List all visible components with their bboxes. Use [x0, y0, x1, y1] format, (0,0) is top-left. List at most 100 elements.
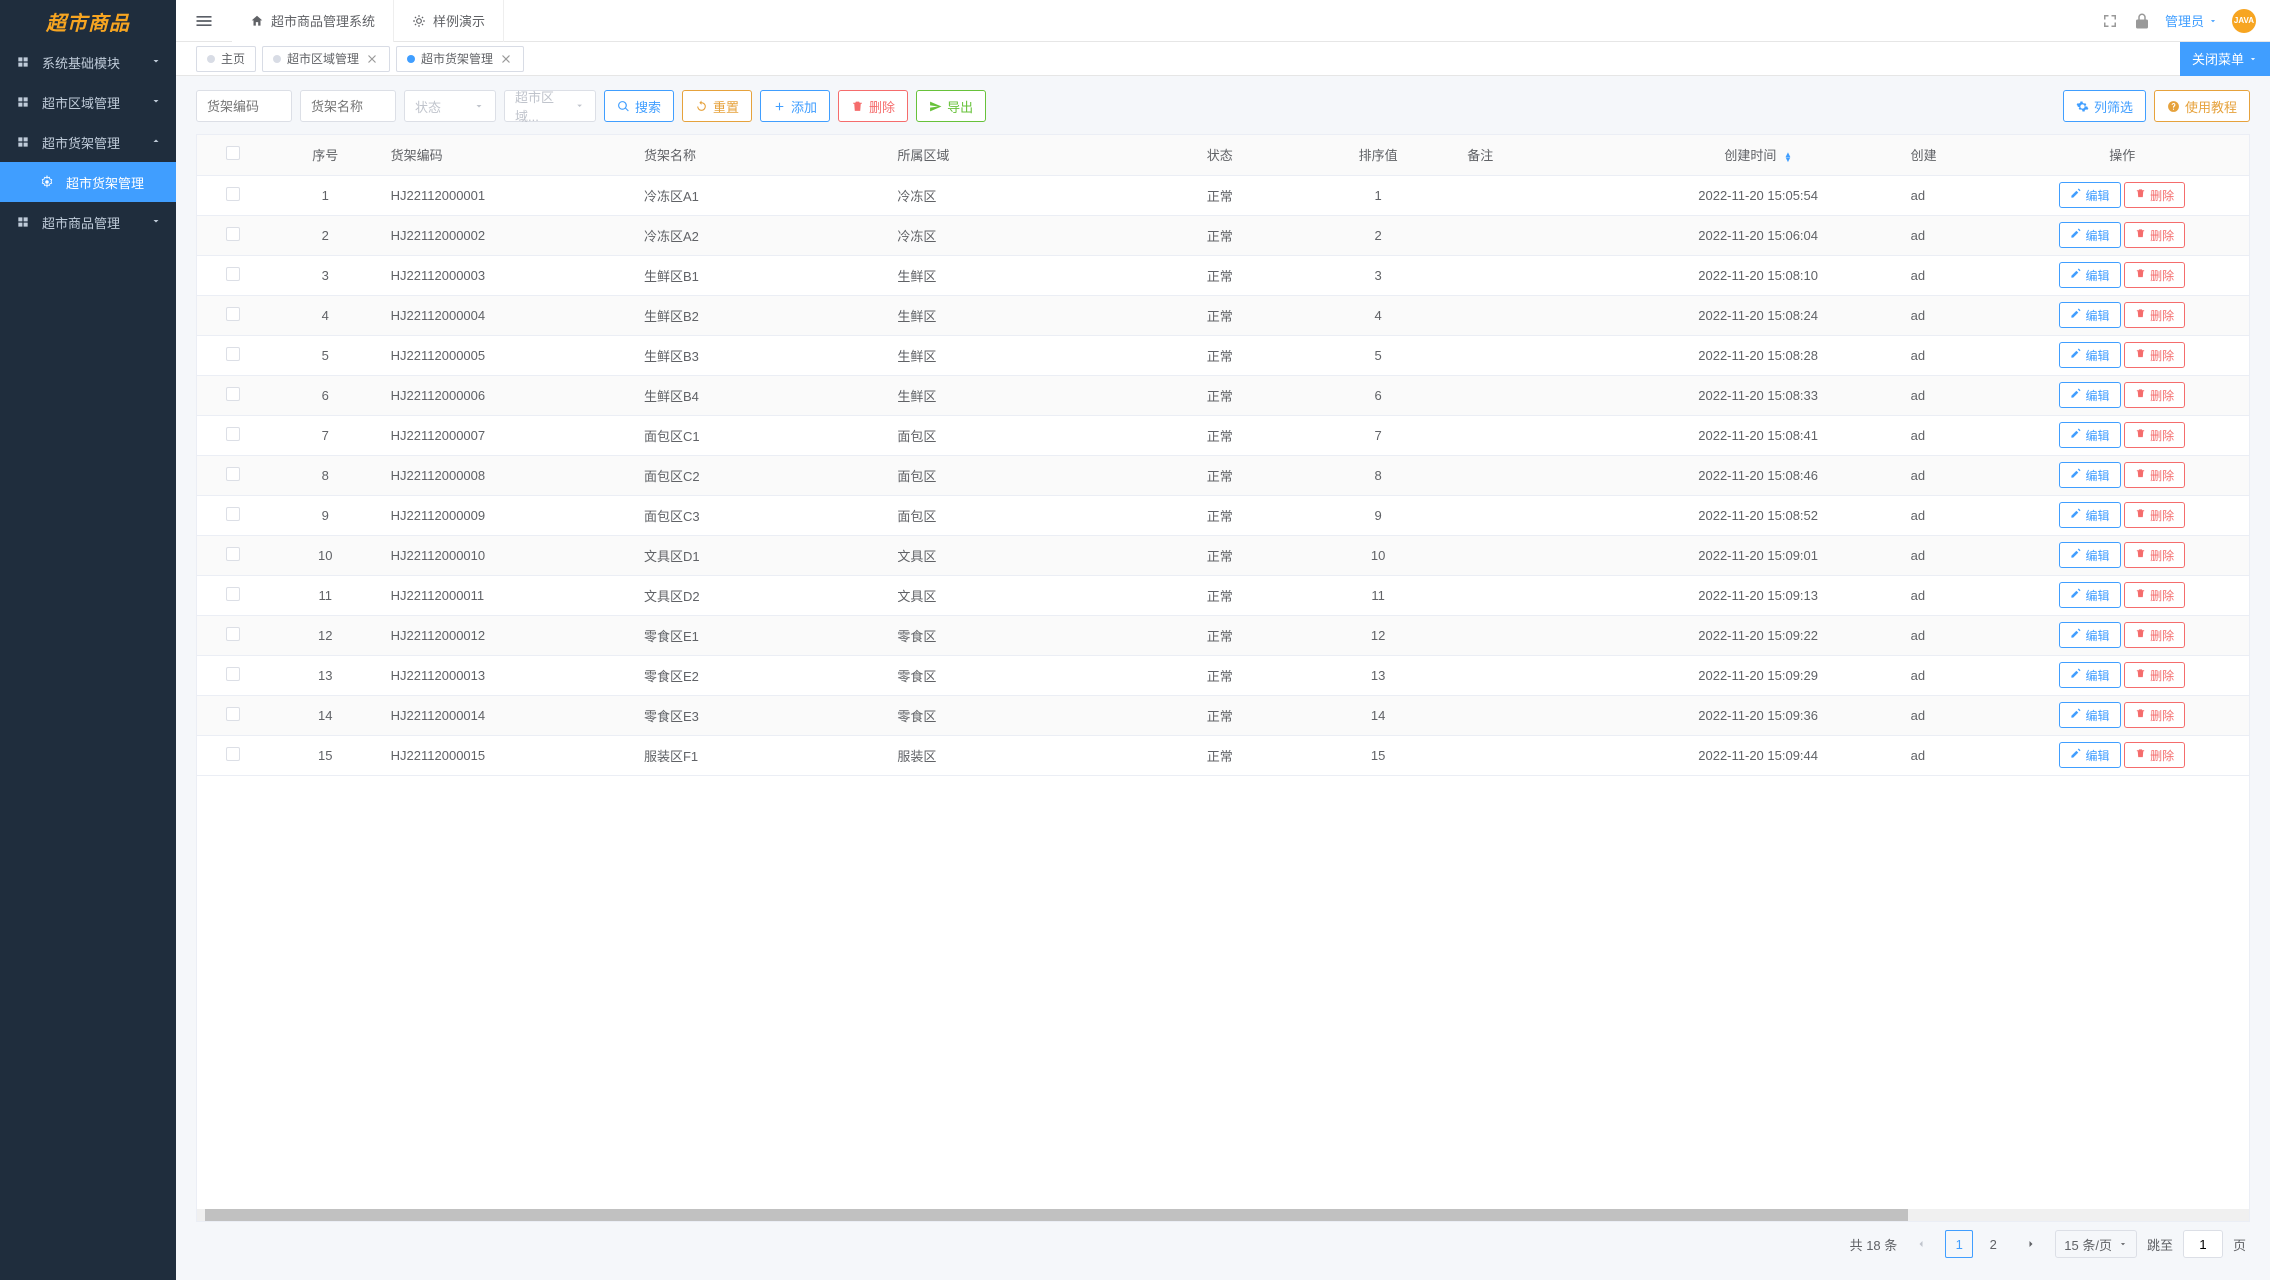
page-tab-1[interactable]: 超市区域管理 — [262, 46, 390, 72]
col-creator[interactable]: 创建 — [1901, 135, 1996, 175]
lock-icon[interactable] — [2133, 12, 2151, 30]
close-menu-button[interactable]: 关闭菜单 — [2180, 42, 2270, 76]
page-tab-2[interactable]: 超市货架管理 — [396, 46, 524, 72]
sidebar-item-2[interactable]: 超市货架管理 — [0, 122, 176, 162]
edit-button[interactable]: 编辑 — [2059, 462, 2120, 488]
row-checkbox[interactable] — [226, 707, 240, 721]
row-delete-button[interactable]: 删除 — [2124, 582, 2185, 608]
row-checkbox[interactable] — [226, 267, 240, 281]
row-delete-button[interactable]: 删除 — [2124, 662, 2185, 688]
edit-button[interactable]: 编辑 — [2059, 182, 2120, 208]
shelf-code-input[interactable] — [196, 90, 292, 122]
columns-button[interactable]: 列筛选 — [2063, 90, 2146, 122]
trash-icon — [2135, 628, 2146, 642]
row-checkbox[interactable] — [226, 187, 240, 201]
row-delete-button[interactable]: 删除 — [2124, 262, 2185, 288]
row-delete-button[interactable]: 删除 — [2124, 462, 2185, 488]
avatar[interactable]: JAVA — [2232, 9, 2256, 33]
row-delete-button[interactable]: 删除 — [2124, 542, 2185, 568]
edit-button[interactable]: 编辑 — [2059, 222, 2120, 248]
search-button[interactable]: 搜索 — [604, 90, 674, 122]
row-delete-button[interactable]: 删除 — [2124, 222, 2185, 248]
edit-button[interactable]: 编辑 — [2059, 582, 2120, 608]
col-status[interactable]: 状态 — [1141, 135, 1299, 175]
edit-button[interactable]: 编辑 — [2059, 742, 2120, 768]
cell-creator: ad — [1901, 295, 1996, 335]
user-menu[interactable]: 管理员 — [2165, 11, 2218, 30]
row-delete-button[interactable]: 删除 — [2124, 742, 2185, 768]
row-checkbox[interactable] — [226, 307, 240, 321]
row-checkbox[interactable] — [226, 227, 240, 241]
status-select[interactable]: 状态 — [404, 90, 496, 122]
jump-input[interactable] — [2183, 1230, 2223, 1258]
col-time[interactable]: 创建时间 ▲▼ — [1616, 135, 1901, 175]
close-icon[interactable] — [365, 52, 379, 66]
top-tab-1[interactable]: 样例演示 — [394, 0, 504, 42]
prev-page-button[interactable] — [1907, 1230, 1935, 1258]
tutorial-button[interactable]: 使用教程 — [2154, 90, 2250, 122]
row-delete-button[interactable]: 删除 — [2124, 502, 2185, 528]
select-all-checkbox[interactable] — [226, 146, 240, 160]
row-checkbox[interactable] — [226, 507, 240, 521]
edit-button[interactable]: 编辑 — [2059, 262, 2120, 288]
cell-time: 2022-11-20 15:08:46 — [1616, 455, 1901, 495]
col-region[interactable]: 所属区域 — [887, 135, 1140, 175]
row-delete-button[interactable]: 删除 — [2124, 302, 2185, 328]
page-number-1[interactable]: 1 — [1945, 1230, 1973, 1258]
row-checkbox[interactable] — [226, 747, 240, 761]
shelf-name-input[interactable] — [300, 90, 396, 122]
cell-status: 正常 — [1141, 655, 1299, 695]
row-checkbox[interactable] — [226, 347, 240, 361]
edit-button[interactable]: 编辑 — [2059, 702, 2120, 728]
chevron-down-icon — [2208, 16, 2218, 26]
row-checkbox[interactable] — [226, 387, 240, 401]
row-delete-button[interactable]: 删除 — [2124, 622, 2185, 648]
edit-button[interactable]: 编辑 — [2059, 302, 2120, 328]
add-button[interactable]: 添加 — [760, 90, 830, 122]
region-select[interactable]: 超市区域... — [504, 90, 596, 122]
edit-button[interactable]: 编辑 — [2059, 542, 2120, 568]
row-checkbox[interactable] — [226, 547, 240, 561]
edit-button[interactable]: 编辑 — [2059, 622, 2120, 648]
row-delete-button[interactable]: 删除 — [2124, 342, 2185, 368]
page-tab-0[interactable]: 主页 — [196, 46, 256, 72]
horizontal-scrollbar[interactable] — [197, 1209, 2249, 1221]
col-code[interactable]: 货架编码 — [381, 135, 634, 175]
row-delete-button[interactable]: 删除 — [2124, 702, 2185, 728]
row-checkbox[interactable] — [226, 427, 240, 441]
edit-button[interactable]: 编辑 — [2059, 422, 2120, 448]
row-delete-button[interactable]: 删除 — [2124, 422, 2185, 448]
row-delete-button[interactable]: 删除 — [2124, 382, 2185, 408]
menu-toggle[interactable] — [176, 0, 232, 42]
col-name[interactable]: 货架名称 — [634, 135, 887, 175]
top-tab-0[interactable]: 超市商品管理系统 — [232, 0, 394, 42]
row-checkbox[interactable] — [226, 587, 240, 601]
row-checkbox[interactable] — [226, 667, 240, 681]
cell-index: 11 — [270, 575, 381, 615]
page-size-select[interactable]: 15 条/页 — [2055, 1230, 2137, 1258]
cell-name: 零食区E2 — [634, 655, 887, 695]
page-number-2[interactable]: 2 — [1979, 1230, 2007, 1258]
next-page-button[interactable] — [2017, 1230, 2045, 1258]
reset-button[interactable]: 重置 — [682, 90, 752, 122]
trash-icon — [2135, 748, 2146, 762]
fullscreen-icon[interactable] — [2101, 12, 2119, 30]
row-delete-button[interactable]: 删除 — [2124, 182, 2185, 208]
col-note[interactable]: 备注 — [1457, 135, 1615, 175]
edit-button[interactable]: 编辑 — [2059, 382, 2120, 408]
edit-button[interactable]: 编辑 — [2059, 502, 2120, 528]
sidebar-item-1[interactable]: 超市区域管理 — [0, 82, 176, 122]
close-icon[interactable] — [499, 52, 513, 66]
sidebar-item-0[interactable]: 系统基础模块 — [0, 42, 176, 82]
edit-button[interactable]: 编辑 — [2059, 662, 2120, 688]
edit-button[interactable]: 编辑 — [2059, 342, 2120, 368]
cell-region: 面包区 — [887, 495, 1140, 535]
row-checkbox[interactable] — [226, 627, 240, 641]
sidebar-subitem-2-0[interactable]: 超市货架管理 — [0, 162, 176, 202]
export-button[interactable]: 导出 — [916, 90, 986, 122]
row-checkbox[interactable] — [226, 467, 240, 481]
col-sort[interactable]: 排序值 — [1299, 135, 1457, 175]
sidebar-item-3[interactable]: 超市商品管理 — [0, 202, 176, 242]
delete-button[interactable]: 删除 — [838, 90, 908, 122]
cell-name: 生鲜区B1 — [634, 255, 887, 295]
